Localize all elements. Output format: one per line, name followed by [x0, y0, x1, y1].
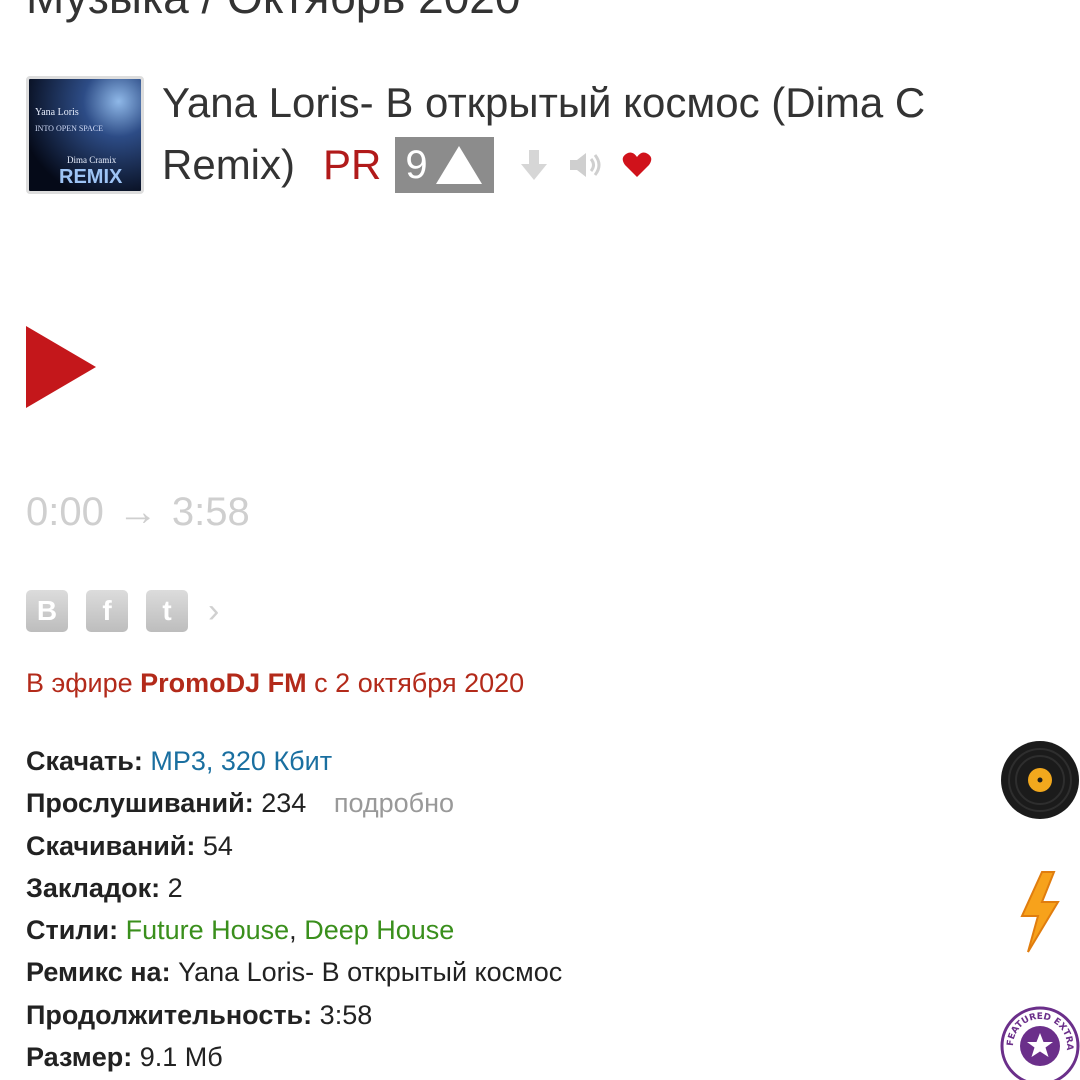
time-display: 0:00 → 3:58 [26, 490, 250, 535]
cover-art: Yana Loris INTO OPEN SPACE Dima Cramix R… [26, 76, 144, 194]
downloads-value: 54 [202, 830, 233, 861]
onair-line: В эфире PromoDJ FM с 2 октября 2020 [26, 668, 524, 699]
download-arrow-icon[interactable] [520, 148, 548, 182]
onair-prefix: В эфире [26, 668, 133, 698]
heart-icon[interactable] [622, 151, 652, 179]
size-label: Размер: [26, 1042, 133, 1073]
bookmarks-value: 2 [167, 872, 183, 903]
info-row-remix: Ремикс на: Yana Loris- В открытый космос [26, 951, 562, 993]
vinyl-record-icon[interactable] [1000, 740, 1080, 825]
remix-label: Ремикс на: [26, 957, 171, 988]
waveform-artwork-text: DIMA CRAMIX [170, 310, 1080, 433]
title-line-2: Remix) PR 9 [162, 134, 652, 196]
download-label: Скачать: [26, 746, 143, 776]
downloads-label: Скачиваний: [26, 830, 196, 861]
facebook-share-button[interactable]: f [86, 590, 128, 632]
featured-extra-badge-icon[interactable]: FEATURED EXTRA [1000, 1006, 1080, 1080]
info-row-downloads: Скачиваний: 54 [26, 825, 562, 867]
vk-share-button[interactable]: В [26, 590, 68, 632]
info-row-plays: Прослушиваний: 234 подробно [26, 782, 562, 824]
info-row-bookmarks: Закладок: 2 [26, 867, 562, 909]
styles-label: Стили: [26, 915, 119, 946]
info-row-duration: Продолжительность: 3:58 [26, 994, 562, 1036]
pr-value: 9 [405, 142, 428, 187]
info-row-styles: Стили: Future House, Deep House [26, 909, 562, 951]
lightning-bolt-icon[interactable] [1016, 870, 1064, 959]
duration-label: Продолжительность: [26, 999, 313, 1030]
track-title[interactable]: Yana Loris- В открытый космос (Dima C [162, 72, 1080, 134]
size-value: 9.1 Мб [139, 1042, 223, 1073]
onair-suffix: с 2 октября 2020 [314, 668, 525, 698]
cover-artist-text: Yana Loris [35, 107, 79, 118]
play-button[interactable] [26, 326, 96, 408]
pr-vote-badge[interactable]: 9 [395, 137, 494, 193]
style-link-future-house[interactable]: Future House [126, 915, 290, 945]
onair-station-link[interactable]: PromoDJ FM [140, 668, 307, 698]
share-bar: В f t › [26, 590, 219, 632]
download-link[interactable]: MP3, 320 Кбит [150, 746, 332, 776]
plays-details-link[interactable]: подробно [334, 788, 454, 818]
cover-tag-text: REMIX [59, 166, 123, 188]
style-link-deep-house[interactable]: Deep House [304, 915, 454, 945]
track-title-rest[interactable]: Remix) [162, 141, 295, 189]
plays-value: 234 [261, 788, 307, 819]
track-info: Скачать: MP3, 320 Кбит Прослушиваний: 23… [26, 740, 562, 1078]
waveform-seekbar[interactable]: DIMA CRAMIX [118, 246, 1080, 488]
info-row-download: Скачать: MP3, 320 Кбит [26, 740, 562, 782]
speaker-icon[interactable] [568, 150, 604, 180]
info-row-size: Размер: 9.1 Мб [26, 1036, 562, 1078]
vote-up-icon[interactable] [435, 146, 482, 184]
cover-remixer-text: Dima Cramix [67, 155, 117, 165]
bookmarks-label: Закладок: [26, 872, 161, 903]
cover-subtitle-text: INTO OPEN SPACE [35, 124, 103, 133]
plays-label: Прослушиваний: [26, 788, 254, 819]
pr-label: PR [323, 141, 382, 188]
twitter-share-button[interactable]: t [146, 590, 188, 632]
time-arrow-icon: → [117, 490, 158, 534]
time-total: 3:58 [171, 490, 250, 534]
time-current: 0:00 [26, 490, 104, 534]
breadcrumb[interactable]: Музыка / Октябрь 2020 [26, 0, 520, 24]
duration-value: 3:58 [319, 999, 373, 1030]
style-separator: , [289, 915, 297, 946]
more-share-chevron-icon[interactable]: › [208, 592, 219, 631]
remix-value[interactable]: Yana Loris- В открытый космос [178, 957, 562, 987]
